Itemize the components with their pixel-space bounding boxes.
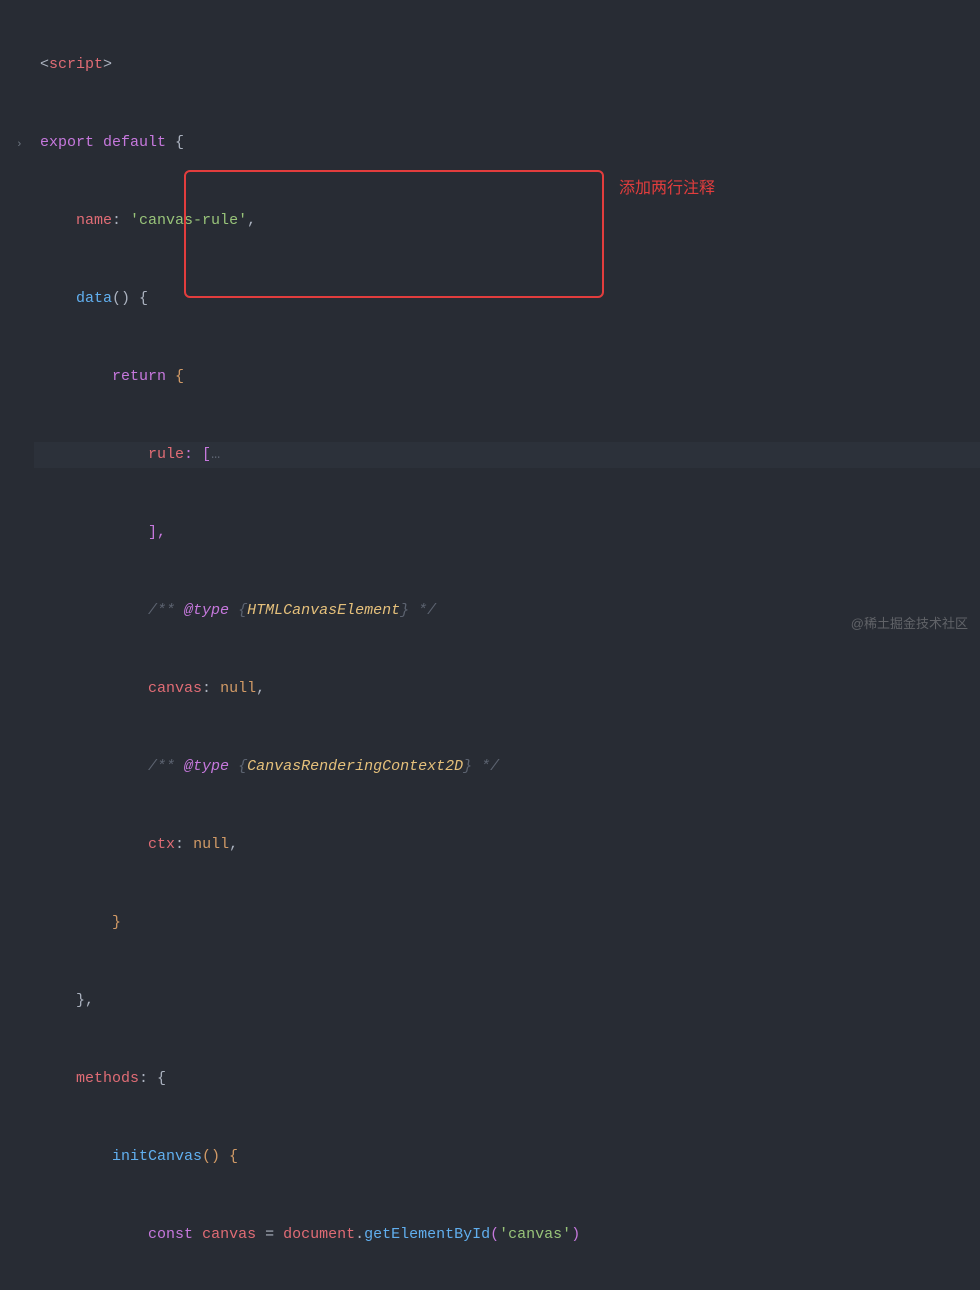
code-line: export default {: [34, 130, 980, 156]
code-line: const canvas = document.getElementById('…: [34, 1222, 980, 1248]
code-line: }: [34, 910, 980, 936]
code-line: /** @type {HTMLCanvasElement} */: [34, 598, 980, 624]
code-line: ctx: null,: [34, 832, 980, 858]
watermark-text: @稀土掘金技术社区: [851, 611, 968, 637]
code-line: return {: [34, 364, 980, 390]
annotation-label: 添加两行注释: [619, 176, 715, 202]
code-line: },: [34, 988, 980, 1014]
code-line: ],: [34, 520, 980, 546]
annotation-highlight-box: [184, 170, 604, 298]
code-line: /** @type {CanvasRenderingContext2D} */: [34, 754, 980, 780]
code-line: data() {: [34, 286, 980, 312]
code-line: initCanvas() {: [34, 1144, 980, 1170]
code-line-highlighted: rule: […: [34, 442, 980, 468]
code-editor: › <script> export default { name: 'canva…: [0, 0, 980, 645]
code-line: canvas: null,: [34, 676, 980, 702]
fold-chevron-icon[interactable]: ›: [16, 132, 23, 158]
code-area[interactable]: <script> export default { name: 'canvas-…: [34, 0, 980, 645]
code-line: name: 'canvas-rule',: [34, 208, 980, 234]
gutter: ›: [0, 0, 34, 645]
code-line: methods: {: [34, 1066, 980, 1092]
code-line: <script>: [34, 52, 980, 78]
